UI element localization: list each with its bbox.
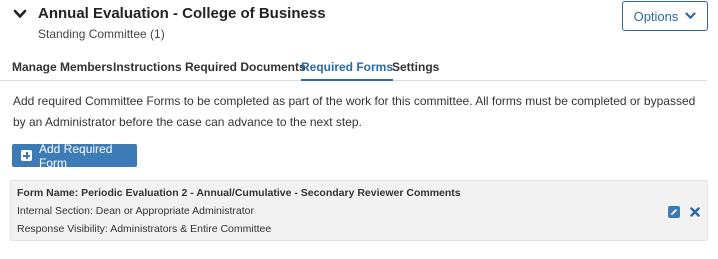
required-form-card: Form Name: Periodic Evaluation 2 - Annua…: [10, 180, 708, 241]
required-forms-description: Add required Committee Forms to be compl…: [13, 94, 696, 129]
edit-icon[interactable]: [668, 206, 680, 218]
committee-title: Annual Evaluation - College of Business: [38, 5, 326, 22]
add-required-form-button[interactable]: Add Required Form: [12, 141, 137, 170]
chevron-down-icon: [685, 12, 697, 19]
committee-subtitle: Standing Committee (1): [38, 27, 165, 41]
tab-required-documents[interactable]: Required Documents: [185, 58, 306, 81]
add-required-form-label: Add Required Form: [39, 141, 113, 170]
plus-square-icon: [21, 150, 32, 161]
form-name: Form Name: Periodic Evaluation 2 - Annua…: [17, 187, 461, 199]
form-response-visibility: Response Visibility: Administrators & En…: [17, 223, 272, 235]
tab-instructions[interactable]: Instructions: [113, 58, 182, 81]
tab-manage-members[interactable]: Manage Members: [12, 58, 113, 81]
committee-header: Annual Evaluation - College of Business …: [0, 0, 718, 46]
committee-tabs: Manage Members Instructions Required Doc…: [0, 58, 707, 81]
options-button[interactable]: Options: [622, 1, 708, 31]
tab-required-forms[interactable]: Required Forms: [301, 58, 394, 81]
options-label: Options: [633, 8, 679, 24]
tab-settings[interactable]: Settings: [392, 58, 439, 81]
chevron-down-icon[interactable]: [13, 8, 27, 20]
close-icon[interactable]: [690, 207, 700, 217]
form-internal-section: Internal Section: Dean or Appropriate Ad…: [17, 205, 254, 217]
